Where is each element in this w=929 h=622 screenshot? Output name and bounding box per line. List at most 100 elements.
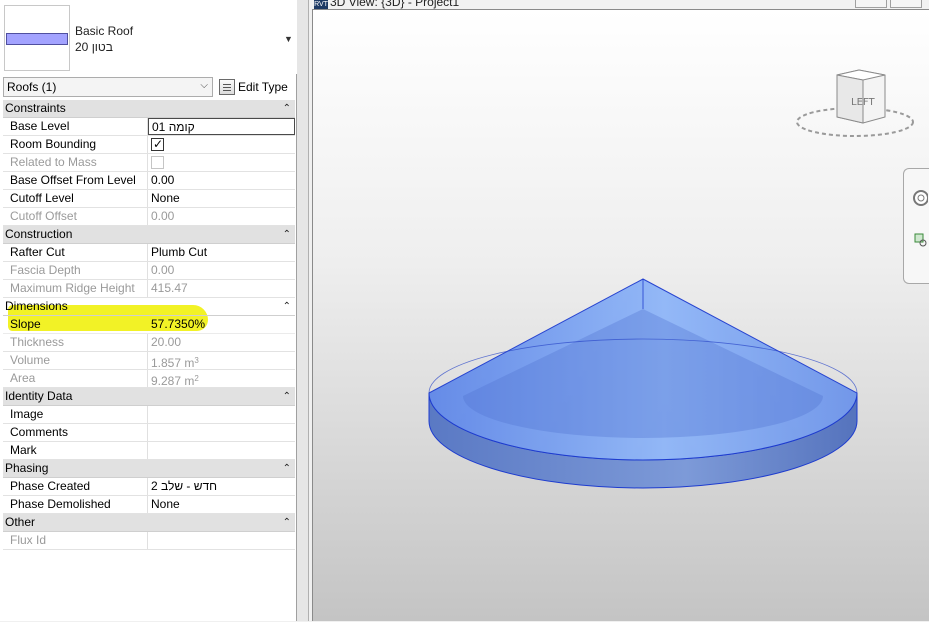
prop-cutoff-level[interactable]: Cutoff Level None (3, 190, 295, 208)
category-label: Dimensions (5, 299, 68, 313)
prop-name: Room Bounding (3, 136, 148, 153)
edit-type-icon (219, 79, 235, 95)
prop-value (148, 532, 295, 549)
category-label: Constraints (5, 101, 66, 115)
prop-value[interactable]: None (148, 190, 295, 207)
prop-phase-demolished[interactable]: Phase Demolished None (3, 496, 295, 514)
type-selector[interactable]: Basic Roof בטון 20 ▼ (0, 0, 297, 74)
viewcube-face-label: LEFT (851, 97, 875, 108)
prop-value: 9.287 m2 (148, 370, 295, 387)
type-family-name: Basic Roof (75, 24, 134, 38)
instance-row: Roofs (1) ⌵ Edit Type (0, 76, 297, 99)
category-label: Other (5, 515, 36, 529)
prop-name: Thickness (3, 334, 148, 351)
prop-value[interactable] (148, 424, 295, 441)
instance-selector[interactable]: Roofs (1) ⌵ (3, 77, 213, 97)
instance-selector-label: Roofs (1) (7, 80, 57, 94)
volume-unit-exponent: 3 (194, 356, 199, 365)
volume-value: 1.857 m (151, 356, 195, 369)
prop-value[interactable]: None (148, 496, 295, 513)
prop-area: Area 9.287 m2 (3, 370, 295, 388)
prop-value[interactable] (148, 136, 295, 153)
prop-name: Slope (10, 317, 41, 331)
dropdown-icon[interactable]: ▼ (284, 34, 293, 44)
prop-value[interactable]: Plumb Cut (148, 244, 295, 261)
prop-name: Rafter Cut (3, 244, 148, 261)
view-title: 3D View: {3D} - Project1 (330, 0, 460, 9)
prop-value[interactable]: חדש - שלב 2 (148, 478, 295, 495)
collapse-icon[interactable]: ⌃ (283, 226, 291, 243)
prop-base-level[interactable]: Base Level קומה 01 (3, 118, 295, 136)
zoom-icon[interactable] (910, 231, 928, 249)
prop-thickness: Thickness 20.00 (3, 334, 295, 352)
prop-rafter-cut[interactable]: Rafter Cut Plumb Cut (3, 244, 295, 262)
edit-type-button[interactable]: Edit Type (217, 77, 293, 97)
prop-slope[interactable]: Slope 57.7350% (3, 316, 295, 334)
prop-name: Related to Mass (3, 154, 148, 171)
navigation-bar (903, 168, 929, 284)
collapse-icon[interactable]: ⌃ (283, 100, 291, 117)
category-identity-data[interactable]: Identity Data ⌃ (3, 388, 295, 406)
prop-base-offset[interactable]: Base Offset From Level 0.00 (3, 172, 295, 190)
category-label: Identity Data (5, 389, 73, 403)
collapse-icon[interactable]: ⌃ (283, 460, 291, 477)
prop-comments[interactable]: Comments (3, 424, 295, 442)
category-other[interactable]: Other ⌃ (3, 514, 295, 532)
prop-value: 0.00 (151, 263, 175, 277)
prop-value[interactable] (148, 442, 295, 459)
prop-value[interactable]: 0.00 (148, 172, 295, 189)
collapse-icon[interactable]: ⌃ (283, 514, 291, 531)
type-preview (4, 5, 70, 71)
category-label: Phasing (5, 461, 49, 475)
collapse-icon[interactable]: ⌃ (283, 388, 291, 405)
minimize-button[interactable] (855, 0, 887, 8)
prop-fascia-depth: Fascia Depth 0.00 (3, 262, 295, 280)
prop-name: Volume (3, 352, 148, 369)
prop-value: 1.857 m3 (148, 352, 295, 369)
area-value: 9.287 m (151, 374, 195, 387)
prop-mark[interactable]: Mark (3, 442, 295, 460)
prop-name: Comments (3, 424, 148, 441)
edit-type-label: Edit Type (238, 80, 288, 94)
prop-volume: Volume 1.857 m3 (3, 352, 295, 370)
viewcube-icon[interactable]: LEFT (795, 65, 921, 145)
prop-value (148, 154, 295, 171)
prop-name: Phase Demolished (3, 496, 148, 513)
prop-name: Cutoff Offset (3, 208, 148, 225)
prop-name: Cutoff Level (3, 190, 148, 207)
prop-name: Phase Created (3, 478, 148, 495)
prop-value: 0.00 (151, 209, 175, 223)
prop-name: Base Level (3, 118, 148, 135)
area-unit-exponent: 2 (194, 374, 199, 383)
prop-value[interactable]: קומה 01 (148, 118, 295, 135)
revit-app-icon: RVT (314, 0, 328, 9)
prop-max-ridge-height: Maximum Ridge Height 415.47 (3, 280, 295, 298)
prop-value[interactable] (148, 406, 295, 423)
panel-splitter[interactable] (297, 0, 309, 621)
room-bounding-checkbox[interactable] (151, 136, 164, 153)
category-dimensions[interactable]: Dimensions ⌃ (3, 298, 295, 316)
category-phasing[interactable]: Phasing ⌃ (3, 460, 295, 478)
prop-name: Base Offset From Level (3, 172, 148, 189)
category-construction[interactable]: Construction ⌃ (3, 226, 295, 244)
properties-grid: Constraints ⌃ Base Level קומה 01 Room Boun… (3, 100, 295, 550)
properties-palette: Basic Roof בטון 20 ▼ Roofs (1) ⌵ Edit Ty… (0, 0, 297, 621)
prop-name: Fascia Depth (3, 262, 148, 279)
prop-value: 415.47 (151, 281, 188, 295)
viewcube[interactable]: LEFT (795, 65, 921, 145)
chevron-down-icon: ⌵ (200, 80, 208, 91)
prop-name: Flux Id (3, 532, 148, 549)
prop-value: 20.00 (151, 335, 182, 349)
type-preview-swatch (6, 33, 68, 45)
maximize-button[interactable] (890, 0, 922, 8)
prop-room-bounding[interactable]: Room Bounding (3, 136, 295, 154)
prop-phase-created[interactable]: Phase Created חדש - שלב 2 (3, 478, 295, 496)
prop-flux-id: Flux Id (3, 532, 295, 550)
prop-value[interactable]: 57.7350% (148, 316, 295, 333)
roof-inner-surface (463, 309, 823, 438)
collapse-icon[interactable]: ⌃ (283, 298, 291, 315)
category-constraints[interactable]: Constraints ⌃ (3, 100, 295, 118)
prop-image[interactable]: Image (3, 406, 295, 424)
steering-wheel-icon[interactable] (910, 189, 928, 207)
related-to-mass-checkbox (151, 156, 164, 169)
